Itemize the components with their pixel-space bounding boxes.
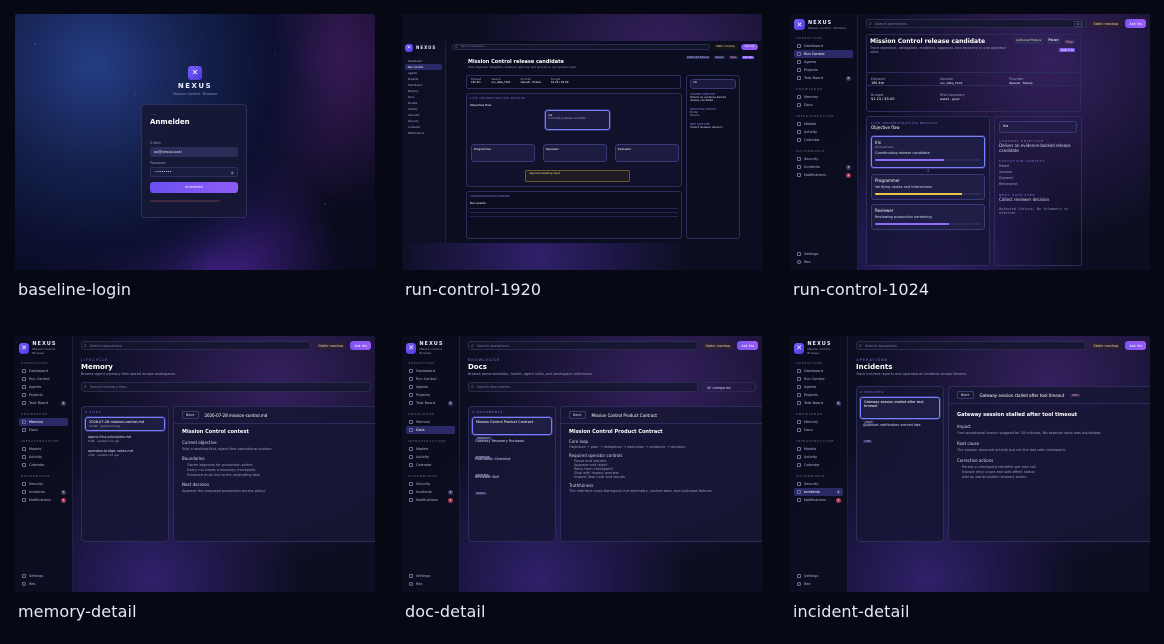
sidebar-item-notifications[interactable]: Notifications 1 bbox=[794, 171, 853, 179]
nexus-logo-icon: ✕ bbox=[406, 342, 417, 354]
list-item[interactable]: Approval notification arrived late LOW bbox=[860, 421, 940, 443]
sidebar-item-task-board[interactable]: Task Board 6 bbox=[794, 74, 853, 82]
ask-iris-run-button[interactable]: Ask Iris bbox=[1059, 48, 1075, 52]
search-input[interactable]: Search operations bbox=[856, 341, 1087, 350]
run-title: Mission Control release candidate bbox=[870, 38, 986, 45]
login-submit-button[interactable]: Anmelden bbox=[150, 182, 238, 193]
static-mockup-badge: Static mockup bbox=[1090, 19, 1122, 28]
page-title: Memory bbox=[81, 363, 113, 371]
nexus-logo-icon: ✕ bbox=[794, 342, 805, 354]
pause-button[interactable]: Pause bbox=[1046, 38, 1061, 44]
list-item[interactable]: agent-first-principles.md 8 KB · updated … bbox=[85, 433, 165, 445]
sidebar-item-docs[interactable]: Docs bbox=[406, 426, 455, 434]
nexus-logo-icon: ✕ bbox=[188, 66, 202, 80]
thumbnail-caption: memory-detail bbox=[18, 602, 137, 621]
search-input[interactable]: Search operations⌘K bbox=[866, 19, 1087, 28]
memory-search-input[interactable]: Search memory files... bbox=[81, 382, 371, 392]
docs-search-input[interactable]: Search documents... bbox=[468, 382, 698, 392]
sidebar-item-models[interactable]: Models bbox=[794, 120, 853, 128]
nexus-logo-icon: ✕ bbox=[405, 44, 413, 52]
thumbnail[interactable]: ✕ NEXUS Mission Control · Browser OPERATIO… bbox=[790, 336, 1150, 592]
thumbnail-caption: incident-detail bbox=[793, 602, 910, 621]
ask-iris-button[interactable]: Ask Iris bbox=[740, 43, 758, 50]
sidebar-item-docs[interactable]: Docs bbox=[794, 101, 853, 109]
nexus-logo-icon: ✕ bbox=[19, 342, 30, 354]
email-label: E-Mail bbox=[150, 141, 161, 145]
page-title: Docs bbox=[468, 363, 487, 371]
password-label: Passwort bbox=[150, 161, 166, 165]
search-input[interactable]: Search operations bbox=[81, 341, 312, 350]
sidebar-item-incidents[interactable]: Incidents 3 bbox=[794, 488, 843, 496]
back-button[interactable]: Back bbox=[957, 391, 974, 399]
agent-card-iris[interactable]: Iris Orchestrator Coordinating release c… bbox=[871, 136, 985, 168]
severity-badge: HIGH bbox=[1070, 393, 1080, 397]
stop-button[interactable]: Stop bbox=[1064, 40, 1075, 44]
eye-icon[interactable]: ◉ bbox=[231, 170, 235, 175]
brand-subtitle: Mission Control · Browser bbox=[172, 92, 218, 96]
category-select[interactable]: All categories bbox=[702, 382, 756, 392]
thumbnail[interactable]: ✕ NEXUS Mission Control · Browser OPERATIO… bbox=[15, 336, 375, 592]
thumbnail[interactable]: ✕ NEXUS Mission Control · Browser —— Anm… bbox=[15, 14, 375, 270]
sidebar-item-run-control[interactable]: Run Control bbox=[794, 50, 853, 58]
sidebar-item-security[interactable]: Security bbox=[794, 155, 853, 163]
list-item[interactable]: Gateway Recovery Runbook RUNBOOK bbox=[472, 437, 552, 459]
sidebar-item-activity[interactable]: Activity bbox=[794, 128, 853, 136]
sidebar-item-settings[interactable]: Settings bbox=[794, 250, 853, 258]
list-item[interactable]: Reviewer Skill SKILLS bbox=[472, 473, 552, 495]
list-item[interactable]: Evaluation Checklist PROCESS bbox=[472, 455, 552, 477]
ask-iris-button[interactable]: Ask Iris bbox=[737, 341, 758, 350]
ask-iris-button[interactable]: Ask Iris bbox=[350, 341, 371, 350]
search-input[interactable]: Search operations bbox=[452, 43, 711, 50]
list-item[interactable]: Gateway session stalled after tool timeo… bbox=[860, 397, 940, 424]
list-item[interactable]: Mission Control Product Contract PRODUCT bbox=[472, 417, 552, 440]
sidebar-item-memory[interactable]: Memory bbox=[794, 93, 853, 101]
thumbnail[interactable]: ✕ NEXUS Mission Control · Browser OPERATIO… bbox=[402, 336, 762, 592]
agent-card-programmer[interactable]: Programmer Verifying routes and interact… bbox=[871, 174, 985, 200]
thumbnail-caption: baseline-login bbox=[18, 280, 132, 299]
login-card: —— Anmelden E-Mail op@nexus.local Passwo… bbox=[141, 104, 247, 218]
login-title: Anmelden bbox=[150, 118, 190, 126]
sidebar-item-projects[interactable]: Projects bbox=[794, 66, 853, 74]
list-item[interactable]: operator-bridge-notes.md 4 KB · updated 5… bbox=[85, 447, 165, 459]
user-profile[interactable]: Rex bbox=[794, 258, 853, 266]
back-button[interactable]: Back bbox=[569, 411, 586, 419]
nexus-logo-icon: ✕ bbox=[794, 19, 805, 30]
list-item[interactable]: 2026-07-28 mission-control.md 12 KB · upd… bbox=[85, 417, 165, 431]
ask-iris-button[interactable]: Ask Iris bbox=[1125, 19, 1146, 28]
sidebar-item-dashboard[interactable]: Dashboard bbox=[794, 42, 853, 50]
back-button[interactable]: Back bbox=[182, 411, 199, 419]
search-input[interactable]: Search operations bbox=[468, 341, 699, 350]
agent-card-reviewer[interactable]: Reviewer Reviewing production hardening bbox=[871, 204, 985, 230]
ask-iris-button[interactable]: Ask Iris bbox=[1125, 341, 1146, 350]
thumbnail-caption: run-control-1920 bbox=[405, 280, 542, 299]
sidebar-item-memory[interactable]: Memory bbox=[19, 418, 68, 426]
thumbnail-caption: run-control-1024 bbox=[793, 280, 930, 299]
email-field[interactable]: op@nexus.local bbox=[150, 147, 238, 157]
sidebar-item-incidents[interactable]: Incidents 3 bbox=[794, 163, 853, 171]
thumbnail-caption: doc-detail bbox=[405, 602, 486, 621]
page-title: Incidents bbox=[856, 363, 893, 371]
sidebar-item-calendar[interactable]: Calendar bbox=[794, 136, 853, 144]
thumbnail[interactable]: ✕ NEXUS Dashboard Run Control Agents Proj… bbox=[402, 14, 762, 270]
thumbnail[interactable]: ✕ NEXUS Mission Control · Browser OPERATIO… bbox=[790, 14, 1150, 270]
brand-name: NEXUS bbox=[177, 82, 213, 90]
sidebar-item-agents[interactable]: Agents bbox=[794, 58, 853, 66]
password-field[interactable]: •••••••• ◉ bbox=[150, 167, 238, 177]
